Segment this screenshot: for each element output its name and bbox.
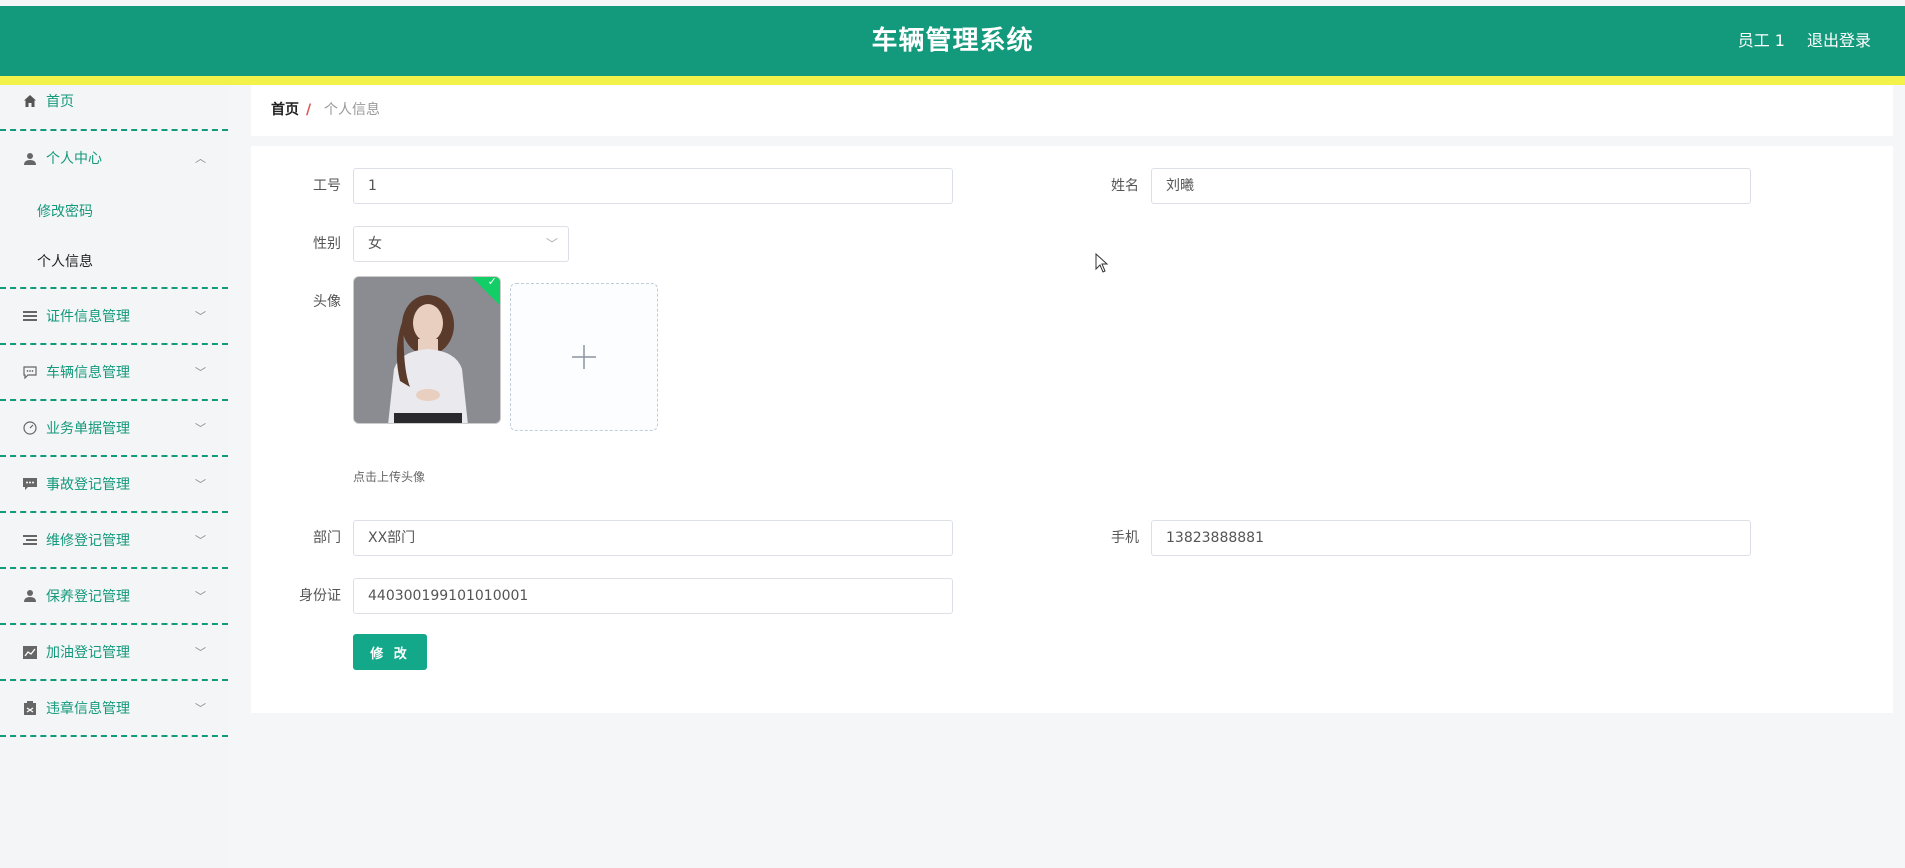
sidebar-item-label: 事故登记管理 bbox=[46, 477, 130, 493]
avatar-photo bbox=[354, 277, 500, 423]
sidebar-item-accident[interactable]: 事故登记管理 ﹀ bbox=[0, 457, 228, 513]
phone-label: 手机 bbox=[1111, 530, 1139, 546]
gender-select[interactable]: 女 ﹀ bbox=[353, 226, 569, 262]
app-title: 车辆管理系统 bbox=[871, 26, 1034, 56]
chevron-down-icon: ﹀ bbox=[195, 478, 206, 491]
gauge-icon bbox=[22, 401, 38, 455]
personal-center-submenu: 修改密码 个人信息 bbox=[0, 187, 228, 289]
avatar-upload-hint: 点击上传头像 bbox=[353, 470, 426, 484]
gender-value: 女 bbox=[368, 236, 382, 252]
name-label: 姓名 bbox=[1111, 178, 1139, 194]
chevron-down-icon: ﹀ bbox=[195, 590, 206, 603]
sidebar-item-label: 业务单据管理 bbox=[46, 421, 130, 437]
list-icon bbox=[22, 513, 38, 567]
chat-icon bbox=[22, 345, 38, 399]
breadcrumb-separator: / bbox=[306, 102, 312, 118]
sidebar-item-label: 个人中心 bbox=[46, 151, 102, 167]
sidebar-item-refuel[interactable]: 加油登记管理 ﹀ bbox=[0, 625, 228, 681]
avatar-image[interactable]: ✓ bbox=[353, 276, 501, 424]
sidebar-item-certificate[interactable]: 证件信息管理 ﹀ bbox=[0, 289, 228, 345]
sidebar-item-repair[interactable]: 维修登记管理 ﹀ bbox=[0, 513, 228, 569]
sidebar-item-maintenance[interactable]: 保养登记管理 ﹀ bbox=[0, 569, 228, 625]
sidebar-subitem-personal-info[interactable]: 个人信息 bbox=[0, 237, 228, 287]
sidebar-item-label: 加油登记管理 bbox=[46, 645, 130, 661]
gender-label: 性别 bbox=[313, 236, 341, 252]
phone-field[interactable]: 13823888881 bbox=[1151, 520, 1751, 556]
avatar-upload-button[interactable] bbox=[510, 283, 658, 431]
sidebar-item-personal-center[interactable]: 个人中心 ︿ bbox=[0, 131, 228, 187]
profile-form: 工号 1 姓名 刘曦 性别 女 ﹀ 头像 ✓ 点击上传头像 部门 XX部门 手机… bbox=[251, 146, 1893, 713]
chevron-down-icon: ﹀ bbox=[195, 534, 206, 547]
sidebar-item-label: 证件信息管理 bbox=[46, 309, 130, 325]
sidebar-subitem-change-password[interactable]: 修改密码 bbox=[0, 187, 228, 237]
chevron-up-icon: ︿ bbox=[195, 152, 206, 165]
chevron-down-icon: ﹀ bbox=[195, 646, 206, 659]
chevron-down-icon: ﹀ bbox=[195, 366, 206, 379]
avatar-label: 头像 bbox=[313, 294, 341, 310]
id-card-field[interactable]: 440300199101010001 bbox=[353, 578, 953, 614]
employee-id-field[interactable]: 1 bbox=[353, 168, 953, 204]
breadcrumb-home[interactable]: 首页 bbox=[271, 85, 299, 136]
clipboard-icon bbox=[22, 681, 38, 735]
sidebar-item-business-docs[interactable]: 业务单据管理 ﹀ bbox=[0, 401, 228, 457]
check-icon: ✓ bbox=[487, 276, 497, 288]
sidebar-item-label: 保养登记管理 bbox=[46, 589, 130, 605]
sidebar-item-home[interactable]: 首页 bbox=[0, 85, 228, 131]
sidebar-item-violation[interactable]: 违章信息管理 ﹀ bbox=[0, 681, 228, 737]
employee-id-label: 工号 bbox=[313, 178, 341, 194]
message-icon bbox=[22, 457, 38, 511]
sidebar-item-label: 首页 bbox=[46, 94, 74, 110]
sidebar-item-label: 维修登记管理 bbox=[46, 533, 130, 549]
list-icon bbox=[22, 289, 38, 343]
home-icon bbox=[22, 79, 38, 123]
breadcrumb-current: 个人信息 bbox=[324, 102, 380, 118]
chevron-down-icon: ﹀ bbox=[195, 310, 206, 323]
current-user: 员工 1 bbox=[1737, 31, 1785, 50]
mouse-cursor-icon bbox=[1095, 253, 1109, 273]
id-card-label: 身份证 bbox=[299, 588, 341, 604]
sidebar-item-label: 车辆信息管理 bbox=[46, 365, 130, 381]
sidebar-item-vehicle[interactable]: 车辆信息管理 ﹀ bbox=[0, 345, 228, 401]
chevron-down-icon: ﹀ bbox=[195, 702, 206, 715]
breadcrumb: 首页 / 个人信息 bbox=[251, 85, 1893, 136]
department-field[interactable]: XX部门 bbox=[353, 520, 953, 556]
chart-icon bbox=[22, 625, 38, 679]
user-icon bbox=[22, 131, 38, 187]
name-field[interactable]: 刘曦 bbox=[1151, 168, 1751, 204]
chevron-down-icon: ﹀ bbox=[545, 237, 558, 251]
header-stripe bbox=[0, 76, 1905, 85]
logout-link[interactable]: 退出登录 bbox=[1807, 6, 1871, 76]
chevron-down-icon: ﹀ bbox=[195, 422, 206, 435]
person-icon bbox=[22, 569, 38, 623]
sidebar: 首页 个人中心 ︿ 修改密码 个人信息 证件信息管理 ﹀ 车辆信息管理 ﹀ 业务… bbox=[0, 85, 228, 868]
plus-icon bbox=[572, 345, 596, 369]
department-label: 部门 bbox=[313, 530, 341, 546]
sidebar-item-label: 违章信息管理 bbox=[46, 701, 130, 717]
submit-button[interactable]: 修 改 bbox=[353, 634, 427, 670]
